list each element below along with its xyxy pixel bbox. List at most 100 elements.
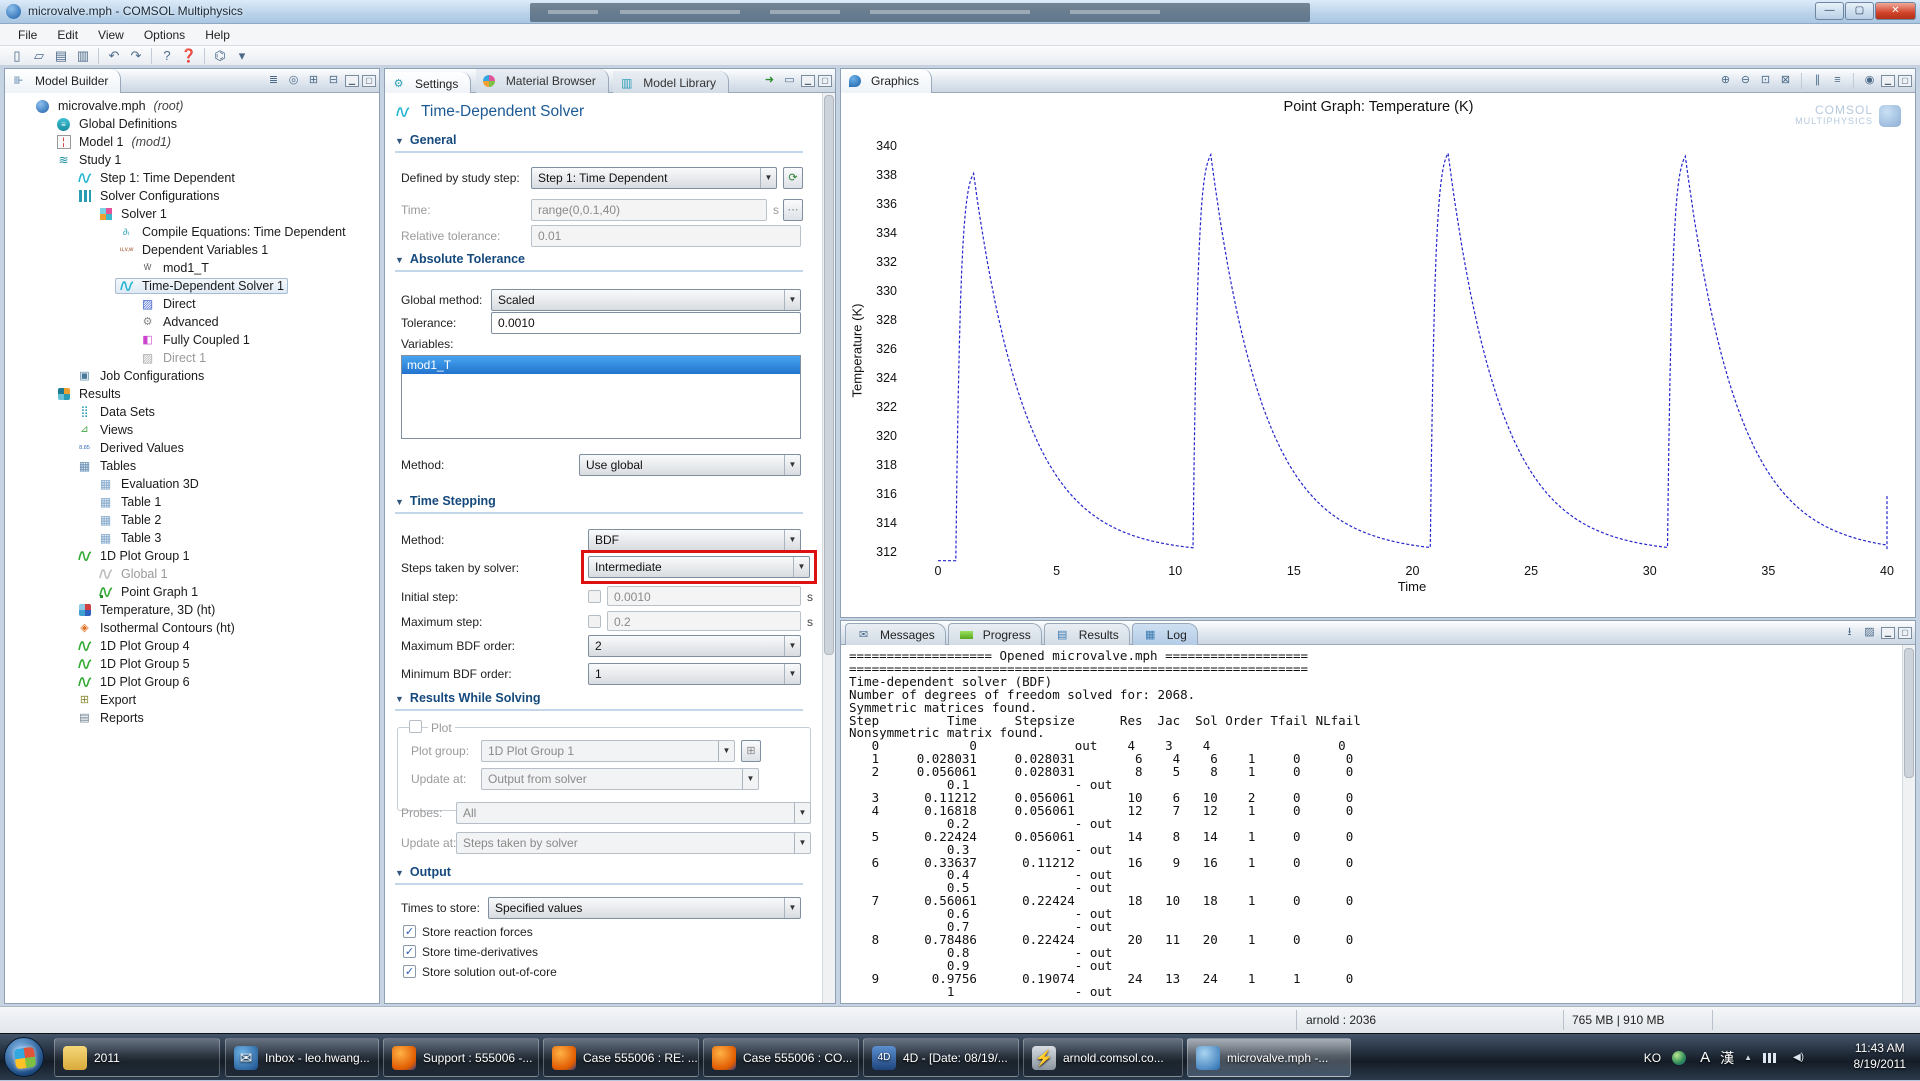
tree-item[interactable]: ◧Fully Coupled 1 (5, 331, 379, 349)
tree-item[interactable]: ▣Job Configurations (5, 367, 379, 385)
minimize-icon[interactable]: ▁ (801, 75, 815, 87)
network-icon[interactable] (1762, 1051, 1777, 1065)
taskbar-button[interactable]: 2011 (54, 1038, 220, 1077)
open-file-icon[interactable]: ▱ (28, 47, 50, 65)
times-to-store-select[interactable]: Specified values▼ (488, 897, 801, 919)
tree-item[interactable]: u,v,wDependent Variables 1 (5, 241, 379, 259)
tree-item[interactable]: Solver Configurations (5, 187, 379, 205)
refresh-solver-button[interactable]: ⟳ (783, 167, 803, 189)
collapse-tree-icon[interactable]: ≣ (265, 72, 282, 89)
zoom-in-icon[interactable]: ⊕ (1717, 72, 1734, 89)
tray-language[interactable]: KO (1644, 1051, 1661, 1065)
tab-material-browser[interactable]: Material Browser (476, 69, 609, 93)
tree-item[interactable]: ▦Table 1 (5, 493, 379, 511)
print-icon[interactable]: ▥ (72, 47, 94, 65)
tree-item[interactable]: ≡Global Definitions (5, 115, 379, 133)
tray-ime-a[interactable]: A (1700, 1049, 1710, 1066)
plot-checkbox[interactable]: ✓ (409, 720, 422, 733)
tree-item[interactable]: W̄mod1_T (5, 259, 379, 277)
tree-item[interactable]: Temperature, 3D (ht) (5, 601, 379, 619)
min-bdf-select[interactable]: 1▼ (588, 663, 801, 685)
max-step-checkbox[interactable]: ✓ (588, 615, 601, 628)
tray-expand-icon[interactable]: ▲ (1744, 1053, 1752, 1062)
store-reaction-forces-checkbox[interactable]: ✓ (403, 925, 416, 938)
snapshot-icon[interactable]: ◉ (1861, 72, 1878, 89)
variables-listbox[interactable]: mod1_T (401, 355, 801, 439)
initial-step-field[interactable]: 0.0010 (607, 586, 801, 606)
new-file-icon[interactable]: ▯ (6, 47, 28, 65)
maximize-icon[interactable]: ▢ (362, 75, 376, 87)
save-log-icon[interactable]: ⭳ (1841, 624, 1858, 641)
defined-by-study-step-select[interactable]: Step 1: Time Dependent▼ (531, 167, 777, 189)
tree-item[interactable]: ¦Model 1(mod1) (5, 133, 379, 151)
maximize-icon[interactable]: ▢ (1898, 627, 1912, 639)
tree-item[interactable]: Time-Dependent Solver 1 (5, 277, 379, 295)
tree-item[interactable]: ∂ₜCompile Equations: Time Dependent (5, 223, 379, 241)
section-absolute-tolerance[interactable]: ▼Absolute Tolerance (395, 252, 803, 272)
tab-progress[interactable]: Progress (948, 623, 1042, 645)
section-results-while-solving[interactable]: ▼Results While Solving (395, 691, 803, 711)
tree-item[interactable]: 1D Plot Group 1 (5, 547, 379, 565)
import-icon[interactable]: ➜ (761, 72, 778, 89)
plot-group-add-button[interactable]: ⊞ (741, 740, 761, 762)
menu-options[interactable]: Options (134, 26, 195, 44)
minimize-icon[interactable]: ▁ (1881, 75, 1895, 87)
taskbar-button[interactable]: Support : 555006 -... (383, 1038, 539, 1077)
tree-item[interactable]: Solver 1 (5, 205, 379, 223)
update-at2-select[interactable]: Steps taken by solver▼ (456, 832, 811, 854)
tab-results[interactable]: ▤Results (1044, 623, 1130, 645)
plot-group-select[interactable]: 1D Plot Group 1▼ (481, 740, 735, 762)
menu-file[interactable]: File (8, 26, 47, 44)
tree-item[interactable]: ⣿Data Sets (5, 403, 379, 421)
add-node-icon[interactable]: ⊞ (305, 72, 322, 89)
probes-select[interactable]: All▼ (456, 802, 811, 824)
minimize-icon[interactable]: ▁ (345, 75, 359, 87)
tree-item[interactable]: 8.85Derived Values (5, 439, 379, 457)
update-at-select[interactable]: Output from solver▼ (481, 768, 759, 790)
tree-item[interactable]: Global 1 (5, 565, 379, 583)
tree-item[interactable]: microvalve.mph(root) (5, 97, 379, 115)
graphics-canvas[interactable]: Point Graph: Temperature (K) COMSOL MULT… (841, 93, 1915, 617)
settings-scrollbar[interactable] (822, 93, 835, 1003)
tray-ime-han[interactable]: 漢 (1720, 1048, 1734, 1068)
axis-icon[interactable]: ∥ (1809, 72, 1826, 89)
tab-graphics[interactable]: Graphics (841, 69, 932, 93)
taskbar-button[interactable]: microvalve.mph -... (1187, 1038, 1351, 1077)
menu-edit[interactable]: Edit (47, 26, 88, 44)
maximize-icon[interactable]: ▢ (1898, 75, 1912, 87)
tree-item[interactable]: ▨Direct 1 (5, 349, 379, 367)
start-button[interactable] (4, 1037, 44, 1077)
tree-item[interactable]: 1D Plot Group 6 (5, 673, 379, 691)
tree-item[interactable]: ⊞Export (5, 691, 379, 709)
tree-item[interactable]: 1D Plot Group 5 (5, 655, 379, 673)
section-output[interactable]: ▼Output (395, 865, 803, 885)
store-solution-out-of-core-checkbox[interactable]: ✓ (403, 965, 416, 978)
group-node-icon[interactable]: ⊟ (325, 72, 342, 89)
tree-item[interactable]: ≋Study 1 (5, 151, 379, 169)
taskbar-button[interactable]: ✉Inbox - leo.hwang... (225, 1038, 379, 1077)
clock[interactable]: 11:43 AM 8/19/2011 (1854, 1040, 1907, 1072)
minimize-button[interactable]: — (1815, 2, 1844, 20)
maximize-icon[interactable]: ▢ (818, 75, 832, 87)
tree-item[interactable]: ⊿Views (5, 421, 379, 439)
tree-item[interactable]: ⚙Advanced (5, 313, 379, 331)
max-bdf-select[interactable]: 2▼ (588, 635, 801, 657)
tree-item[interactable]: Point Graph 1 (5, 583, 379, 601)
tab-model-library[interactable]: ▥ Model Library (613, 71, 729, 95)
log-scrollbar[interactable] (1902, 645, 1915, 1003)
model-builder-tab[interactable]: ⊪ Model Builder (5, 69, 121, 93)
initial-step-checkbox[interactable]: ✓ (588, 590, 601, 603)
variables-selected-item[interactable]: mod1_T (402, 356, 800, 374)
tree-item[interactable]: ▨Direct (5, 295, 379, 313)
steps-taken-by-solver-select[interactable]: Intermediate▼ (588, 556, 810, 578)
tree-item[interactable]: Step 1: Time Dependent (5, 169, 379, 187)
speaker-icon[interactable]: ◀) (1791, 1051, 1806, 1065)
zoom-box-icon[interactable]: ⊡ (1757, 72, 1774, 89)
tab-log[interactable]: ▦Log (1132, 623, 1198, 645)
taskbar-button[interactable]: ⚡arnold.comsol.co... (1023, 1038, 1183, 1077)
menu-view[interactable]: View (88, 26, 134, 44)
dropdown-caret-icon[interactable]: ▾ (231, 47, 253, 65)
tree-item[interactable]: ▦Evaluation 3D (5, 475, 379, 493)
monitor-icon[interactable]: ▭ (781, 72, 798, 89)
redo-icon[interactable]: ↷ (125, 47, 147, 65)
